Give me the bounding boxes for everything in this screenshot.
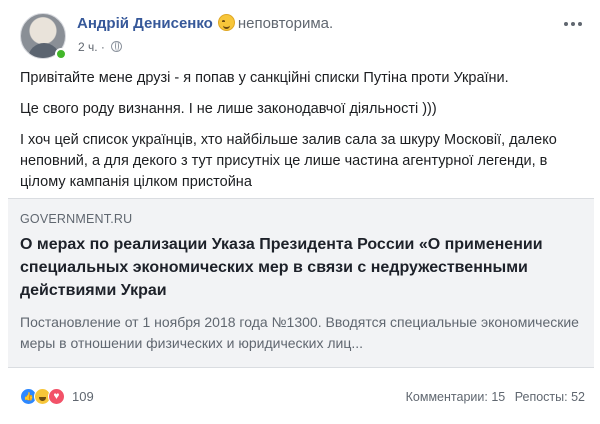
author-name-link[interactable]: Андрій Денисенко (77, 15, 213, 32)
post-footer: 109 Комментарии: 15 Репосты: 52 (20, 384, 585, 408)
post-paragraph: Це свого роду визнання. І не лише законо… (20, 101, 437, 117)
globe-icon[interactable] (111, 41, 123, 52)
smiling-face-icon (217, 14, 235, 31)
more-options-icon[interactable] (561, 13, 585, 35)
post-meta: 2 ч. · (78, 40, 123, 54)
link-preview-card[interactable]: GOVERNMENT.RU О мерах по реализации Указ… (8, 198, 594, 368)
author-line: Андрій Денисенко неповторима. (77, 14, 333, 32)
link-title[interactable]: О мерах по реализации Указа Президента Р… (20, 233, 585, 302)
post-paragraph: Привітайте мене друзі - я попав у санкці… (20, 70, 509, 86)
feeling-text: неповторима. (237, 15, 334, 32)
reaction-count: 109 (72, 389, 94, 404)
shares-count-link[interactable]: Репосты: 52 (515, 390, 585, 404)
facebook-post: Андрій Денисенко неповторима. 2 ч. · Прив… (0, 0, 600, 424)
love-icon (48, 388, 65, 405)
engagement-counts: Комментарии: 15 Репосты: 52 (406, 390, 585, 404)
post-header: Андрій Денисенко неповторима. 2 ч. · (20, 13, 585, 63)
comments-count-link[interactable]: Комментарии: 15 (406, 390, 506, 404)
reactions-summary[interactable]: 109 (20, 388, 94, 405)
post-text: Привітайте мене друзі - я попав у санкці… (20, 68, 585, 193)
online-status-icon (55, 48, 67, 60)
post-timestamp-link[interactable]: 2 ч. (78, 40, 98, 54)
post-paragraph: І хоч цей список українців, хто найбільш… (20, 132, 557, 190)
link-description: Постановление от 1 ноября 2018 года №130… (20, 314, 579, 351)
link-domain: GOVERNMENT.RU (20, 212, 133, 226)
